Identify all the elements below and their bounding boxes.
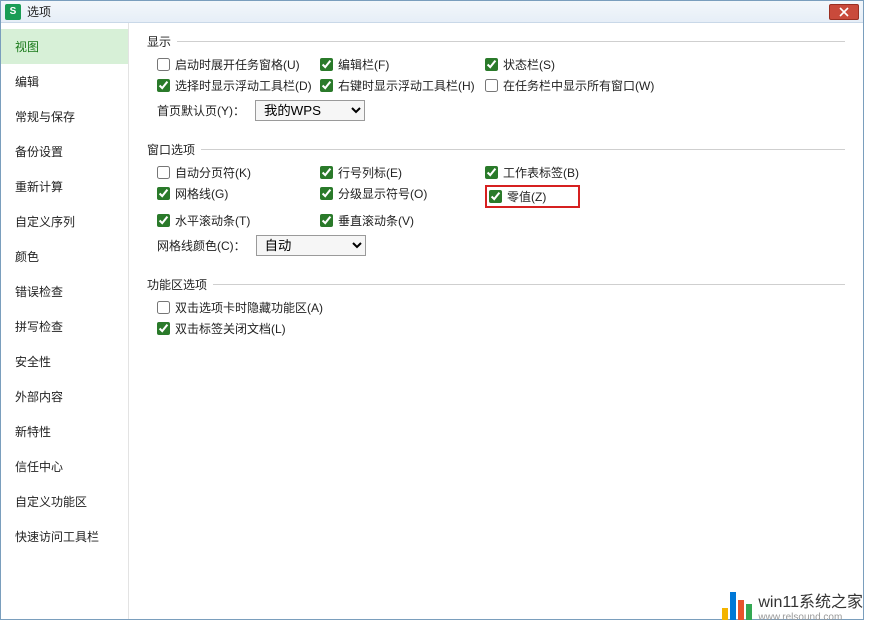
- close-icon: [839, 7, 849, 17]
- checkbox-input[interactable]: [157, 166, 170, 179]
- checkbox-input[interactable]: [489, 190, 502, 203]
- checkbox-sheet-tabs[interactable]: 工作表标签(B): [485, 164, 645, 181]
- select-grid-color[interactable]: 自动: [256, 235, 366, 256]
- checkbox-dblclick-hide-ribbon[interactable]: 双击选项卡时隐藏功能区(A): [157, 299, 323, 316]
- group-display: 显示 启动时展开任务窗格(U) 编辑栏(F) 状态栏(S) 选择时显示浮动工具栏…: [147, 33, 845, 131]
- close-button[interactable]: [829, 4, 859, 20]
- checkbox-input[interactable]: [157, 187, 170, 200]
- checkbox-startup-taskpane[interactable]: 启动时展开任务窗格(U): [157, 56, 320, 73]
- checkbox-input[interactable]: [157, 79, 170, 92]
- sidebar-item[interactable]: 外部内容: [1, 379, 128, 414]
- group-window-legend: 窗口选项: [147, 141, 195, 158]
- sidebar-item[interactable]: 视图: [1, 29, 128, 64]
- divider: [213, 284, 845, 285]
- checkbox-input[interactable]: [320, 166, 333, 179]
- checkbox-input[interactable]: [157, 58, 170, 71]
- sidebar-item[interactable]: 重新计算: [1, 169, 128, 204]
- checkbox-hscroll[interactable]: 水平滚动条(T): [157, 212, 320, 229]
- checkbox-input[interactable]: [320, 214, 333, 227]
- divider: [177, 41, 845, 42]
- sidebar-item[interactable]: 错误检查: [1, 274, 128, 309]
- label-home-tab: 首页默认页(Y)：: [157, 102, 245, 119]
- checkbox-row-col-headers[interactable]: 行号列标(E): [320, 164, 485, 181]
- checkbox-input[interactable]: [157, 301, 170, 314]
- label-grid-color: 网格线颜色(C)：: [157, 237, 246, 254]
- checkbox-input[interactable]: [485, 166, 498, 179]
- checkbox-input[interactable]: [485, 58, 498, 71]
- checkbox-rclick-float-toolbar[interactable]: 右键时显示浮动工具栏(H): [320, 77, 485, 94]
- options-dialog: S 选项 视图编辑常规与保存备份设置重新计算自定义序列颜色错误检查拼写检查安全性…: [0, 0, 864, 620]
- checkbox-input[interactable]: [320, 58, 333, 71]
- select-home-tab[interactable]: 我的WPS: [255, 100, 365, 121]
- checkbox-outline-symbols[interactable]: 分级显示符号(O): [320, 185, 485, 202]
- group-ribbon: 功能区选项 双击选项卡时隐藏功能区(A) 双击标签关闭文档(L): [147, 276, 845, 341]
- group-ribbon-legend: 功能区选项: [147, 276, 207, 293]
- sidebar-item[interactable]: 新特性: [1, 414, 128, 449]
- group-display-legend: 显示: [147, 33, 171, 50]
- checkbox-status-bar[interactable]: 状态栏(S): [485, 56, 645, 73]
- checkbox-auto-pagebreak[interactable]: 自动分页符(K): [157, 164, 320, 181]
- sidebar-item[interactable]: 快速访问工具栏: [1, 519, 128, 554]
- sidebar-item[interactable]: 拼写检查: [1, 309, 128, 344]
- checkbox-show-float-toolbar[interactable]: 选择时显示浮动工具栏(D): [157, 77, 320, 94]
- sidebar-item[interactable]: 常规与保存: [1, 99, 128, 134]
- sidebar-item[interactable]: 编辑: [1, 64, 128, 99]
- sidebar-item[interactable]: 自定义序列: [1, 204, 128, 239]
- checkbox-dblclick-close-doc[interactable]: 双击标签关闭文档(L): [157, 320, 286, 337]
- group-window-options: 窗口选项 自动分页符(K) 行号列标(E) 工作表标签(B) 网格线(G) 分级…: [147, 141, 845, 266]
- checkbox-vscroll[interactable]: 垂直滚动条(V): [320, 212, 485, 229]
- checkbox-input[interactable]: [320, 79, 333, 92]
- checkbox-input[interactable]: [320, 187, 333, 200]
- checkbox-input[interactable]: [157, 322, 170, 335]
- checkbox-zero-values[interactable]: 零值(Z): [489, 188, 546, 205]
- titlebar: S 选项: [1, 1, 863, 23]
- sidebar: 视图编辑常规与保存备份设置重新计算自定义序列颜色错误检查拼写检查安全性外部内容新…: [1, 23, 129, 619]
- window-title: 选项: [27, 3, 829, 20]
- sidebar-item[interactable]: 自定义功能区: [1, 484, 128, 519]
- highlight-zero-values: 零值(Z): [485, 185, 580, 208]
- sidebar-item[interactable]: 信任中心: [1, 449, 128, 484]
- sidebar-item[interactable]: 备份设置: [1, 134, 128, 169]
- checkbox-show-all-in-taskbar[interactable]: 在任务栏中显示所有窗口(W): [485, 77, 645, 94]
- checkbox-gridlines[interactable]: 网格线(G): [157, 185, 320, 202]
- sidebar-item[interactable]: 安全性: [1, 344, 128, 379]
- checkbox-input[interactable]: [157, 214, 170, 227]
- divider: [201, 149, 845, 150]
- content-panel: 显示 启动时展开任务窗格(U) 编辑栏(F) 状态栏(S) 选择时显示浮动工具栏…: [129, 23, 863, 619]
- checkbox-formula-bar[interactable]: 编辑栏(F): [320, 56, 485, 73]
- app-icon: S: [5, 4, 21, 20]
- sidebar-item[interactable]: 颜色: [1, 239, 128, 274]
- checkbox-input[interactable]: [485, 79, 498, 92]
